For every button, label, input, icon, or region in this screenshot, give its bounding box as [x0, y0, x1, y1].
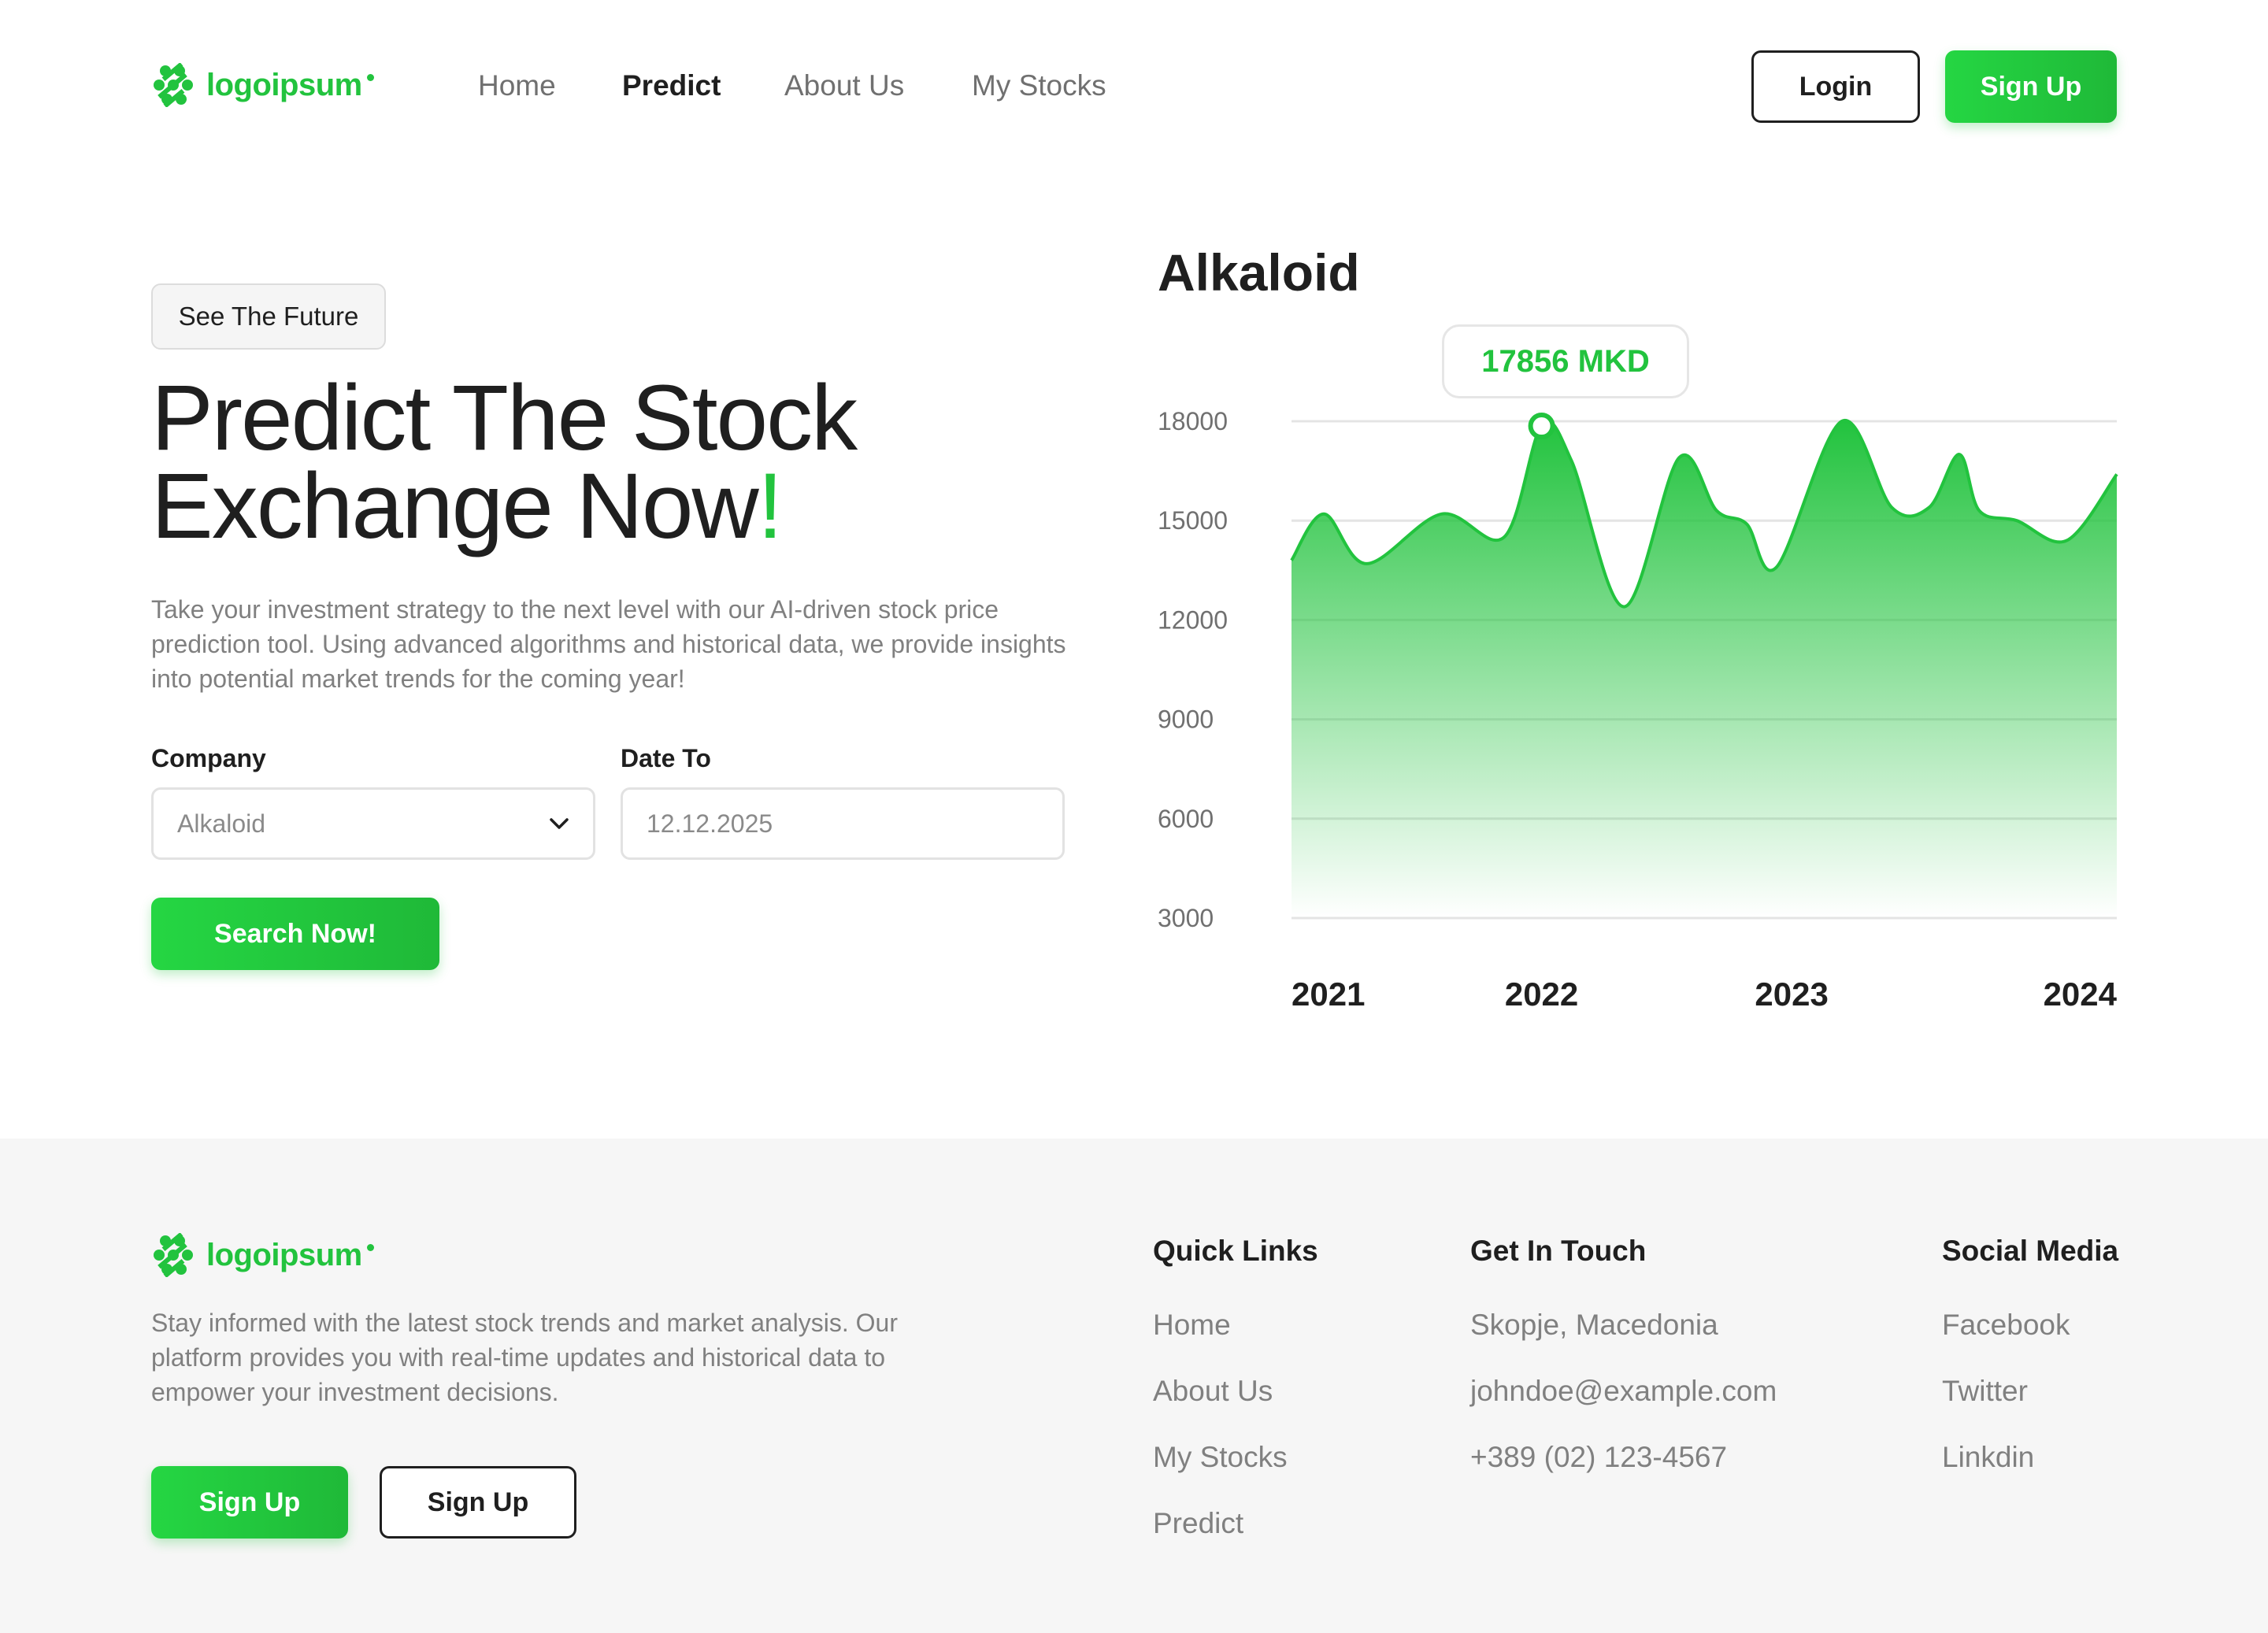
footer-brand-name: logoipsum: [206, 1237, 362, 1272]
contact-location: Skopje, Macedonia: [1470, 1309, 1718, 1341]
company-select-value: Alkaloid: [177, 809, 266, 838]
hero-title-line2: Exchange Now!: [151, 454, 783, 558]
highlight-point[interactable]: [1528, 413, 1555, 440]
chart-title: Alkaloid: [1158, 243, 1360, 302]
chevron-down-icon: [550, 818, 569, 829]
brand-dot: [366, 73, 374, 81]
get-in-touch-heading: Get In Touch: [1470, 1235, 1647, 1267]
footer-link-home[interactable]: Home: [1153, 1309, 1231, 1342]
area-fill: [1292, 420, 2117, 918]
social-link-twitter[interactable]: Twitter: [1942, 1375, 2028, 1408]
hero-badge: See The Future: [151, 283, 386, 350]
company-label: Company: [151, 744, 266, 772]
y-tick-label: 15000: [1158, 506, 1228, 535]
social-link-linkdin[interactable]: Linkdin: [1942, 1441, 2034, 1474]
brand-name: logoipsum: [206, 67, 362, 102]
x-tick-label: 2021: [1292, 976, 1365, 1013]
logo-mark-icon: [154, 1233, 193, 1277]
contact-email[interactable]: johndoe@example.com: [1470, 1375, 1777, 1408]
x-tick-label: 2023: [1755, 976, 1828, 1013]
quick-links-heading: Quick Links: [1153, 1235, 1318, 1267]
footer-signup-button[interactable]: Sign Up: [151, 1466, 348, 1539]
contact-phone[interactable]: +389 (02) 123-4567: [1470, 1441, 1727, 1474]
social-media-heading: Social Media: [1942, 1235, 2119, 1267]
stock-chart: 18000 15000 12000 9000 6000 3000 2021 2022 2023…: [1158, 407, 2118, 1013]
hero-description: Take your investment strategy to the nex…: [151, 595, 1066, 693]
y-tick-label: 3000: [1158, 904, 1214, 932]
hero-title: Predict The Stock Exchange Now!: [151, 366, 1096, 558]
login-button[interactable]: Login: [1751, 50, 1920, 123]
footer-brand-dot: [366, 1243, 374, 1251]
footer-logo[interactable]: logoipsum: [151, 1233, 374, 1277]
footer-description: Stay informed with the latest stock tren…: [151, 1309, 898, 1406]
nav-home[interactable]: Home: [478, 69, 556, 102]
footer-link-about-us[interactable]: About Us: [1153, 1375, 1273, 1408]
footer-link-predict[interactable]: Predict: [1153, 1507, 1243, 1540]
date-label: Date To: [621, 744, 711, 772]
header-logo[interactable]: logoipsum: [151, 63, 374, 107]
logo-mark-icon: [154, 63, 193, 107]
hero-title-line1: Predict The Stock: [151, 366, 858, 470]
nav-predict[interactable]: Predict: [622, 69, 721, 102]
company-select[interactable]: Alkaloid: [151, 787, 595, 860]
social-link-facebook[interactable]: Facebook: [1942, 1309, 2070, 1342]
nav-my-stocks[interactable]: My Stocks: [972, 69, 1106, 102]
y-tick-label: 9000: [1158, 705, 1214, 734]
x-tick-label: 2022: [1505, 976, 1578, 1013]
y-tick-label: 6000: [1158, 805, 1214, 833]
y-tick-label: 12000: [1158, 605, 1228, 634]
signup-button[interactable]: Sign Up: [1945, 50, 2117, 123]
footer-link-my-stocks[interactable]: My Stocks: [1153, 1441, 1288, 1474]
search-button[interactable]: Search Now!: [151, 898, 439, 970]
x-tick-label: 2024: [2044, 976, 2118, 1013]
date-input-value: 12.12.2025: [647, 809, 773, 838]
date-input[interactable]: 12.12.2025: [621, 787, 1065, 860]
nav-about-us[interactable]: About Us: [784, 69, 904, 102]
footer-signup-outline-button[interactable]: Sign Up: [380, 1466, 576, 1539]
y-tick-label: 18000: [1158, 407, 1228, 435]
chart-tooltip: 17856 MKD: [1442, 324, 1689, 398]
hero-title-accent: !: [757, 454, 784, 558]
